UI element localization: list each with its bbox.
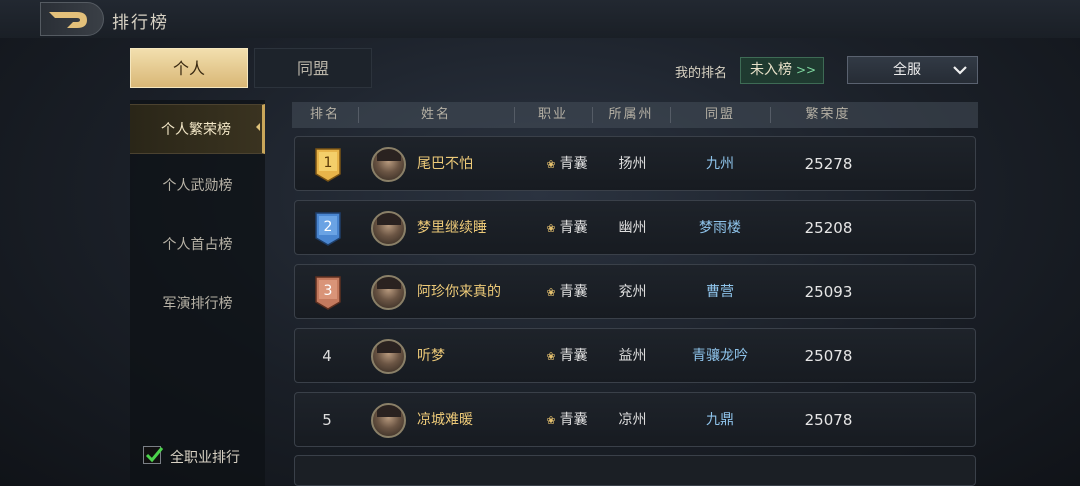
badge-number: 1 xyxy=(324,155,333,171)
table-row[interactable]: 3 阿珍你来真的 ❀ 青囊 兖州 曹营 25093 xyxy=(294,264,976,319)
my-rank-button[interactable]: 未入榜 >> xyxy=(740,57,824,84)
lotus-icon: ❀ xyxy=(546,286,556,299)
prosperity-score: 25208 xyxy=(804,219,853,237)
job-label: 青囊 xyxy=(559,156,588,172)
table-row[interactable]: 2 梦里继续睡 ❀ 青囊 幽州 梦雨楼 25208 xyxy=(294,200,976,255)
player-name: 听梦 xyxy=(417,348,445,364)
lotus-icon: ❀ xyxy=(546,158,556,171)
avatar xyxy=(371,147,406,182)
gold-rank-badge-icon: 1 xyxy=(315,148,341,182)
tab-alliance[interactable]: 同盟 xyxy=(254,48,372,88)
rank-number: 5 xyxy=(322,411,332,429)
all-jobs-checkbox[interactable] xyxy=(143,446,164,464)
rank-number: 4 xyxy=(322,347,332,365)
avatar xyxy=(371,403,406,438)
my-rank-label: 我的排名 xyxy=(675,66,728,81)
job-label: 青囊 xyxy=(559,284,588,300)
table-row[interactable]: 5 凉城难暖 ❀ 青囊 凉州 九鼎 25078 xyxy=(294,392,976,447)
server-filter-value: 全服 xyxy=(893,62,921,78)
province: 幽州 xyxy=(618,220,647,236)
avatar xyxy=(371,211,406,246)
chevron-down-icon xyxy=(953,66,967,75)
col-job: 职业 xyxy=(537,107,568,122)
col-name: 姓名 xyxy=(420,107,451,122)
player-name: 凉城难暖 xyxy=(417,412,473,428)
table-row-partial[interactable] xyxy=(294,455,976,486)
top-bar: 排行榜 xyxy=(0,0,1080,38)
table-row[interactable]: 4 听梦 ❀ 青囊 益州 青骧龙吟 25078 xyxy=(294,328,976,383)
province: 益州 xyxy=(618,348,647,364)
sidebar-item-first-capture[interactable]: 个人首占榜 xyxy=(130,223,265,267)
job-label: 青囊 xyxy=(559,412,588,428)
alliance-name[interactable]: 九州 xyxy=(670,137,770,192)
province: 凉州 xyxy=(618,412,647,428)
double-chevron-right-icon: >> xyxy=(796,63,817,77)
player-name: 梦里继续睡 xyxy=(417,220,487,236)
badge-number: 2 xyxy=(324,219,333,235)
silver-rank-badge-icon: 2 xyxy=(315,212,341,246)
check-icon xyxy=(145,447,164,463)
all-jobs-label: 全职业排行 xyxy=(170,450,240,466)
col-province: 所属州 xyxy=(608,107,654,122)
alliance-name[interactable]: 梦雨楼 xyxy=(670,201,770,256)
lotus-icon: ❀ xyxy=(546,414,556,427)
col-alliance: 同盟 xyxy=(704,107,735,122)
province: 扬州 xyxy=(618,156,647,172)
alliance-name[interactable]: 青骧龙吟 xyxy=(670,329,770,384)
prosperity-score: 25278 xyxy=(804,155,853,173)
avatar xyxy=(371,339,406,374)
alliance-name[interactable]: 曹营 xyxy=(670,265,770,320)
server-filter-select[interactable]: 全服 xyxy=(847,56,978,84)
col-prosperity: 繁荣度 xyxy=(805,107,851,122)
prosperity-score: 25093 xyxy=(804,283,853,301)
lotus-icon: ❀ xyxy=(546,222,556,235)
page-title: 排行榜 xyxy=(112,13,169,33)
sidebar-item-prosperity[interactable]: 个人繁荣榜 xyxy=(130,104,265,154)
alliance-name[interactable]: 九鼎 xyxy=(670,393,770,448)
my-rank-value: 未入榜 xyxy=(750,62,792,78)
prosperity-score: 25078 xyxy=(804,347,853,365)
lotus-icon: ❀ xyxy=(546,350,556,363)
prosperity-score: 25078 xyxy=(804,411,853,429)
sidebar-item-merit[interactable]: 个人武勋榜 xyxy=(130,164,265,208)
avatar xyxy=(371,275,406,310)
table-header: 排名 姓名 职业 所属州 同盟 繁荣度 xyxy=(292,102,978,128)
col-rank: 排名 xyxy=(309,107,340,122)
province: 兖州 xyxy=(618,284,647,300)
back-button[interactable] xyxy=(40,2,104,36)
table-row[interactable]: 1 尾巴不怕 ❀ 青囊 扬州 九州 25278 xyxy=(294,136,976,191)
bronze-rank-badge-icon: 3 xyxy=(315,276,341,310)
badge-number: 3 xyxy=(324,283,333,299)
job-label: 青囊 xyxy=(559,348,588,364)
player-name: 尾巴不怕 xyxy=(417,156,473,172)
player-name: 阿珍你来真的 xyxy=(417,284,501,300)
sidebar: 个人繁荣榜 个人武勋榜 个人首占榜 军演排行榜 xyxy=(130,100,265,486)
job-label: 青囊 xyxy=(559,220,588,236)
tab-personal[interactable]: 个人 xyxy=(130,48,248,88)
sidebar-item-exercise[interactable]: 军演排行榜 xyxy=(130,282,265,326)
back-arrow-icon xyxy=(49,12,87,28)
